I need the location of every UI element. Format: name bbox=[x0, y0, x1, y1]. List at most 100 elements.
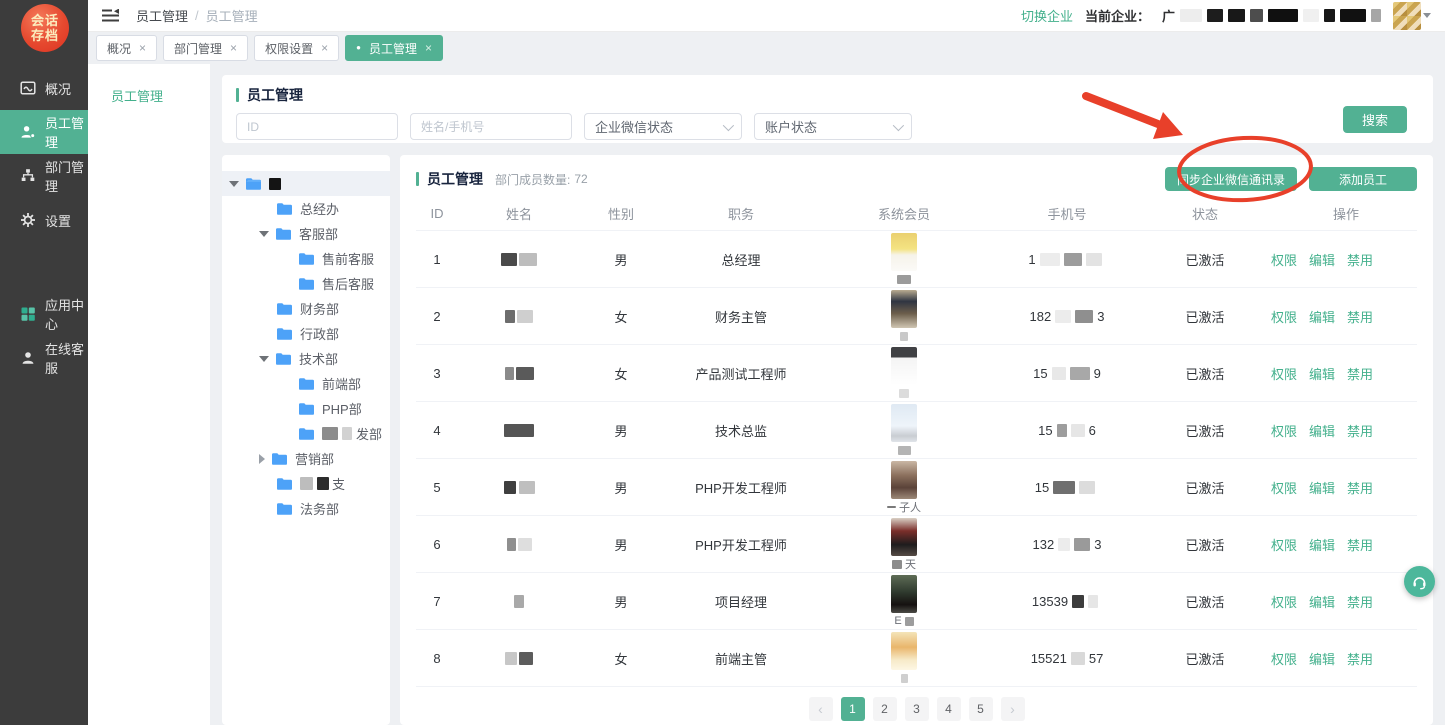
tree-item-legal[interactable]: 法务部 bbox=[222, 496, 390, 521]
department-tree: 总经办 客服部 售前客服 售后客服 财务部 bbox=[222, 155, 390, 725]
sync-wecom-contacts-button[interactable]: 同步企业微信通讯录 bbox=[1165, 167, 1297, 191]
tree-item-general-office[interactable]: 总经办 bbox=[222, 196, 390, 221]
page-button-2[interactable]: 2 bbox=[873, 697, 897, 721]
user-avatar-menu[interactable] bbox=[1393, 2, 1431, 30]
tree-label: 客服部 bbox=[299, 224, 338, 243]
wecom-status-select[interactable]: 企业微信状态 bbox=[584, 113, 742, 140]
edit-link[interactable]: 编辑 bbox=[1309, 535, 1335, 554]
redacted-name bbox=[458, 310, 580, 323]
search-button[interactable]: 搜索 bbox=[1343, 106, 1407, 133]
tab-overview[interactable]: 概况 × bbox=[96, 35, 157, 61]
disable-link[interactable]: 禁用 bbox=[1347, 478, 1373, 497]
next-page-button[interactable]: › bbox=[1001, 697, 1025, 721]
disable-link[interactable]: 禁用 bbox=[1347, 592, 1373, 611]
phone-cell: 1 bbox=[988, 252, 1146, 267]
close-icon[interactable]: × bbox=[425, 41, 432, 55]
avatar bbox=[1393, 2, 1421, 30]
disable-link[interactable]: 禁用 bbox=[1347, 250, 1373, 269]
edit-link[interactable]: 编辑 bbox=[1309, 421, 1335, 440]
tab-permissions[interactable]: 权限设置 × bbox=[254, 35, 339, 61]
tree-item-presale-service[interactable]: 售前客服 bbox=[222, 246, 390, 271]
tree-item-rd-redacted[interactable]: 发部 bbox=[222, 421, 390, 446]
logo-line1: 会话 bbox=[31, 13, 59, 28]
sidebar-item-departments[interactable]: 部门管理 bbox=[0, 154, 88, 198]
phone-cell: 13539 bbox=[988, 594, 1146, 609]
panel-title-text: 员工管理 bbox=[247, 85, 303, 105]
close-icon[interactable]: × bbox=[321, 41, 328, 55]
tree-item-tech[interactable]: 技术部 bbox=[222, 346, 390, 371]
edit-link[interactable]: 编辑 bbox=[1309, 649, 1335, 668]
secondary-menu-employees[interactable]: 员工管理 bbox=[88, 64, 210, 105]
disable-link[interactable]: 禁用 bbox=[1347, 364, 1373, 383]
perm-link[interactable]: 权限 bbox=[1271, 592, 1297, 611]
sidebar-item-online-service[interactable]: 在线客服 bbox=[0, 336, 88, 380]
chevron-down-icon bbox=[893, 119, 904, 130]
switch-company-link[interactable]: 切换企业 bbox=[1021, 6, 1073, 25]
phone-cell: 15 bbox=[988, 480, 1146, 495]
sidebar-item-label: 概况 bbox=[45, 79, 71, 98]
tree-item-root[interactable] bbox=[222, 171, 390, 196]
disable-link[interactable]: 禁用 bbox=[1347, 421, 1373, 440]
tree-item-customer-service[interactable]: 客服部 bbox=[222, 221, 390, 246]
perm-link[interactable]: 权限 bbox=[1271, 250, 1297, 269]
tree-label: 总经办 bbox=[300, 199, 339, 218]
folder-icon bbox=[276, 502, 293, 516]
sidebar-item-employees[interactable]: 员工管理 bbox=[0, 110, 88, 154]
page-button-1[interactable]: 1 bbox=[841, 697, 865, 721]
folder-icon bbox=[298, 427, 315, 441]
sidebar-item-settings[interactable]: 设置 bbox=[0, 198, 88, 242]
floating-service-button[interactable] bbox=[1404, 566, 1435, 597]
perm-link[interactable]: 权限 bbox=[1271, 364, 1297, 383]
edit-link[interactable]: 编辑 bbox=[1309, 364, 1335, 383]
chevron-down-icon bbox=[1423, 13, 1431, 18]
chevron-down-icon bbox=[723, 119, 734, 130]
edit-link[interactable]: 编辑 bbox=[1309, 250, 1335, 269]
caret-right-icon[interactable] bbox=[259, 454, 265, 464]
prev-page-button[interactable]: ‹ bbox=[809, 697, 833, 721]
close-icon[interactable]: × bbox=[139, 41, 146, 55]
tab-departments[interactable]: 部门管理 × bbox=[163, 35, 248, 61]
disable-link[interactable]: 禁用 bbox=[1347, 649, 1373, 668]
secondary-sidebar: 员工管理 bbox=[88, 64, 210, 725]
tree-item-admin[interactable]: 行政部 bbox=[222, 321, 390, 346]
tree-item-frontend[interactable]: 前端部 bbox=[222, 371, 390, 396]
tree-item-aftersale-service[interactable]: 售后客服 bbox=[222, 271, 390, 296]
page-button-3[interactable]: 3 bbox=[905, 697, 929, 721]
menu-fold-icon[interactable] bbox=[102, 9, 120, 22]
id-input[interactable] bbox=[236, 113, 398, 140]
edit-link[interactable]: 编辑 bbox=[1309, 307, 1335, 326]
keyword-input[interactable] bbox=[410, 113, 572, 140]
account-status-select[interactable]: 账户状态 bbox=[754, 113, 912, 140]
sidebar-item-app-center[interactable]: 应用中心 bbox=[0, 292, 88, 336]
table-title: 员工管理 bbox=[427, 169, 483, 189]
perm-link[interactable]: 权限 bbox=[1271, 649, 1297, 668]
member-avatar-cell bbox=[820, 290, 988, 343]
tree-item-marketing[interactable]: 营销部 bbox=[222, 446, 390, 471]
tab-employees-active[interactable]: ● 员工管理 × bbox=[345, 35, 443, 61]
page-button-4[interactable]: 4 bbox=[937, 697, 961, 721]
close-icon[interactable]: × bbox=[230, 41, 237, 55]
add-employee-button[interactable]: 添加员工 bbox=[1309, 167, 1417, 191]
edit-link[interactable]: 编辑 bbox=[1309, 478, 1335, 497]
disable-link[interactable]: 禁用 bbox=[1347, 535, 1373, 554]
disable-link[interactable]: 禁用 bbox=[1347, 307, 1373, 326]
phone-cell: 156 bbox=[988, 423, 1146, 438]
perm-link[interactable]: 权限 bbox=[1271, 421, 1297, 440]
col-member: 系统会员 bbox=[820, 204, 988, 223]
caret-down-icon[interactable] bbox=[229, 181, 239, 187]
active-dot-icon: ● bbox=[356, 44, 361, 52]
table-header-row: ID 姓名 性别 职务 系统会员 手机号 状态 操作 bbox=[416, 197, 1417, 231]
tree-item-php[interactable]: PHP部 bbox=[222, 396, 390, 421]
perm-link[interactable]: 权限 bbox=[1271, 478, 1297, 497]
tree-item-finance[interactable]: 财务部 bbox=[222, 296, 390, 321]
perm-link[interactable]: 权限 bbox=[1271, 307, 1297, 326]
gear-icon bbox=[20, 212, 36, 228]
perm-link[interactable]: 权限 bbox=[1271, 535, 1297, 554]
caret-down-icon[interactable] bbox=[259, 231, 269, 237]
sidebar-item-overview[interactable]: 概况 bbox=[0, 66, 88, 110]
edit-link[interactable]: 编辑 bbox=[1309, 592, 1335, 611]
caret-down-icon[interactable] bbox=[259, 356, 269, 362]
status-text: 已激活 bbox=[1146, 364, 1264, 383]
tree-item-redacted-branch[interactable]: 支 bbox=[222, 471, 390, 496]
page-button-5[interactable]: 5 bbox=[969, 697, 993, 721]
